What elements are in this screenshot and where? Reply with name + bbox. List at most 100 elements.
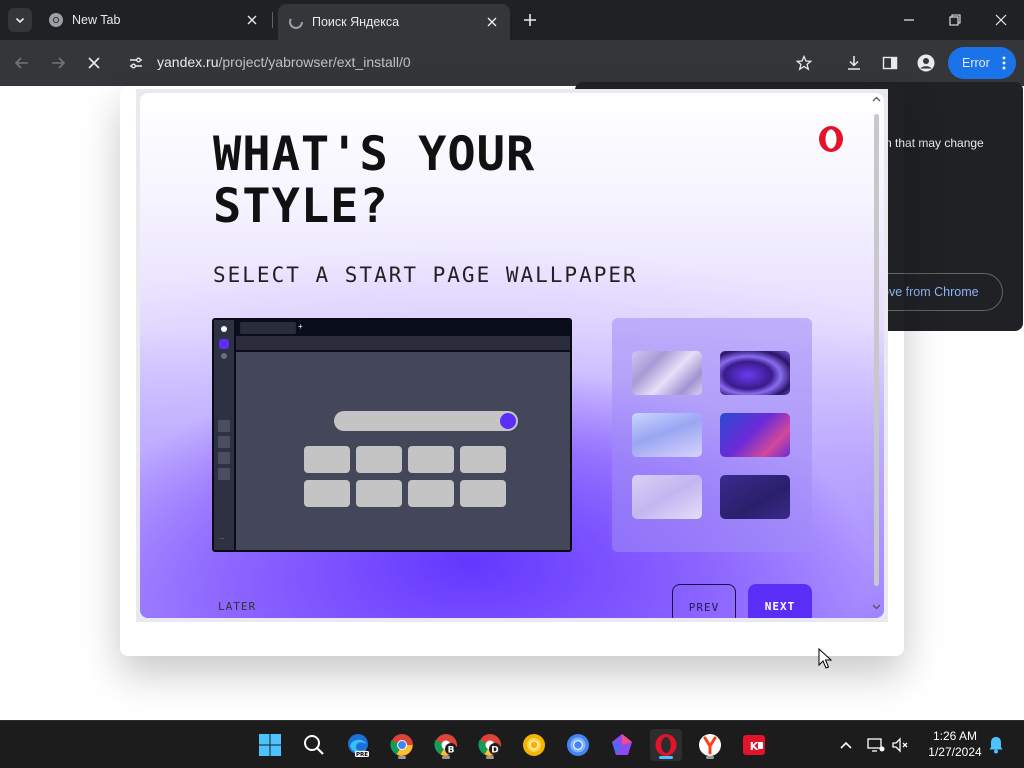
svg-text:PRE: PRE <box>356 752 368 757</box>
later-button[interactable]: LATER <box>218 600 256 613</box>
url-path: /project/yabrowser/ext_install/0 <box>218 54 411 70</box>
preview-speeddial-tile <box>304 480 350 507</box>
tab-close-button[interactable] <box>244 12 260 28</box>
download-icon <box>848 56 860 70</box>
taskbar-chrome-dev[interactable]: D <box>474 729 506 761</box>
error-menu-button[interactable]: Error <box>948 47 1016 79</box>
wallpaper-option-deep-indigo[interactable] <box>720 475 790 519</box>
running-indicator <box>486 756 494 759</box>
taskbar-chrome-beta[interactable]: B <box>430 729 462 761</box>
wallpaper-option-lavender[interactable] <box>632 475 702 519</box>
preview-speeddial-tile <box>408 446 454 473</box>
tab-title: Поиск Яндекса <box>312 15 400 29</box>
wallpaper-option-purple-swirl[interactable] <box>720 351 790 395</box>
taskbar-kiwi[interactable] <box>606 729 638 761</box>
preview-opera-dot <box>221 326 227 332</box>
wallpaper-option-blue-mist[interactable] <box>632 413 702 457</box>
dialog-content: WHAT'S YOUR STYLE? SELECT A START PAGE W… <box>140 93 884 618</box>
svg-text:D: D <box>491 746 498 756</box>
taskbar-clock[interactable]: 1:26 AM 1/27/2024 <box>924 728 986 760</box>
tab-search-button[interactable] <box>8 8 32 32</box>
svg-text:K: K <box>750 740 759 753</box>
preview-speeddial-tile <box>356 446 402 473</box>
preview-new-tab-plus: + <box>298 322 303 331</box>
yandex-browser-icon <box>699 734 721 756</box>
close-window-button[interactable] <box>988 8 1014 32</box>
volume-button[interactable] <box>890 735 910 755</box>
opera-logo-icon <box>819 126 843 152</box>
tab-yandex-search[interactable]: Поиск Яндекса <box>278 4 510 40</box>
new-tab-button[interactable] <box>520 10 540 30</box>
downloads-button[interactable] <box>842 51 866 75</box>
speaker-muted-icon <box>892 737 908 753</box>
taskbar-edge-beta[interactable]: PRE <box>342 729 374 761</box>
site-info-button[interactable] <box>128 55 144 71</box>
stop-loading-button[interactable] <box>82 51 106 75</box>
preview-tab <box>240 322 296 334</box>
chrome-canary-icon <box>523 734 545 756</box>
windows-icon <box>259 734 281 756</box>
tab-close-button[interactable] <box>484 14 500 30</box>
taskbar-chrome-canary[interactable] <box>518 729 550 761</box>
restore-button[interactable] <box>942 8 968 32</box>
notifications-button[interactable] <box>986 735 1006 755</box>
preview-content <box>236 352 570 550</box>
svg-text:B: B <box>448 746 455 756</box>
side-panel-button[interactable] <box>878 51 902 75</box>
preview-speeddial-tile <box>356 480 402 507</box>
forward-button[interactable] <box>46 51 70 75</box>
address-bar[interactable]: yandex.ru/project/yabrowser/ext_install/… <box>118 46 826 80</box>
scrollbar-thumb[interactable] <box>874 114 879 586</box>
error-label: Error <box>962 56 990 70</box>
edge-icon: PRE <box>348 734 369 757</box>
preview-sidebar: ... <box>214 320 234 550</box>
preview-sidebar-app <box>218 436 230 448</box>
chrome-icon <box>390 734 413 756</box>
tab-separator <box>272 12 273 28</box>
opera-icon <box>655 734 677 756</box>
chrome-icon: B <box>434 734 457 756</box>
preview-sidebar-app <box>218 452 230 464</box>
chevron-up-icon[interactable] <box>872 96 881 102</box>
minimize-button[interactable] <box>896 8 922 32</box>
taskbar-yandex-browser[interactable] <box>694 729 726 761</box>
clock-time: 1:26 AM <box>932 729 978 743</box>
running-indicator <box>398 756 406 759</box>
start-button[interactable] <box>254 729 286 761</box>
next-button[interactable]: NEXT <box>748 584 812 618</box>
side-panel-icon <box>882 56 898 70</box>
clock-date: 1/27/2024 <box>928 745 982 759</box>
arrow-left-icon <box>14 57 28 69</box>
start-page-preview: ... + <box>212 318 572 552</box>
preview-more-dots: ... <box>219 534 225 541</box>
taskbar-chrome[interactable] <box>386 729 418 761</box>
more-vert-icon <box>1002 56 1006 70</box>
restore-icon <box>949 14 961 26</box>
taskbar: PRE B D K 1:26 AM 1/27/2024 <box>0 720 1024 768</box>
url-text[interactable]: yandex.ru/project/yabrowser/ext_install/… <box>157 54 411 70</box>
chevron-down-icon[interactable] <box>872 604 881 610</box>
taskbar-kaspersky[interactable]: K <box>738 729 770 761</box>
kaspersky-icon: K <box>743 735 765 755</box>
opera-style-dialog: WHAT'S YOUR STYLE? SELECT A START PAGE W… <box>136 89 888 622</box>
loading-icon <box>289 15 303 29</box>
taskbar-chromium[interactable] <box>562 729 594 761</box>
chevron-down-icon <box>15 17 25 24</box>
dialog-scrollbar[interactable] <box>868 92 884 620</box>
network-status-button[interactable] <box>866 735 886 755</box>
taskbar-search-button[interactable] <box>298 729 330 761</box>
bookmark-star-button[interactable] <box>792 51 816 75</box>
back-button[interactable] <box>10 51 34 75</box>
prev-button[interactable]: PREV <box>672 584 736 618</box>
dialog-title: WHAT'S YOUR STYLE? <box>213 129 535 233</box>
tune-icon <box>130 57 142 69</box>
wallpaper-option-aurora[interactable] <box>720 413 790 457</box>
chrome-icon <box>49 13 63 27</box>
profile-button[interactable] <box>914 51 938 75</box>
wallpaper-option-silver-waves[interactable] <box>632 351 702 395</box>
preview-speeddial-tile <box>408 480 454 507</box>
taskbar-opera[interactable] <box>650 729 682 761</box>
show-hidden-icons-button[interactable] <box>836 735 856 755</box>
tab-new-tab[interactable]: New Tab <box>38 4 270 36</box>
person-icon <box>917 54 935 72</box>
